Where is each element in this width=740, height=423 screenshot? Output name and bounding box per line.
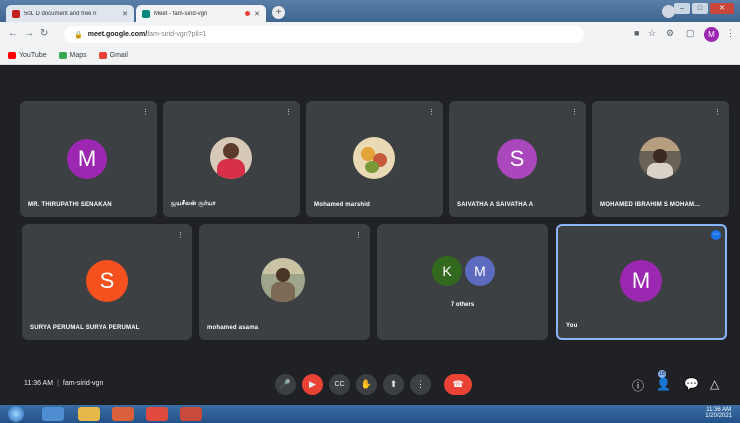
mic-muted-icon: ⋮ xyxy=(285,109,292,116)
avatar xyxy=(639,137,681,179)
new-tab-button[interactable]: + xyxy=(272,6,285,19)
extension-icon[interactable]: ⚙ xyxy=(666,28,674,39)
more-options-button[interactable]: ⋮ xyxy=(410,374,431,395)
tab-documents[interactable]: 50L D document and free n ✕ xyxy=(6,5,134,22)
participant-tile-others[interactable]: K M 7 others xyxy=(377,224,548,340)
people-count-badge: 18 xyxy=(658,370,666,378)
participant-name: MOHAMED IBRAHIM S MOHAM... xyxy=(600,202,700,208)
meeting-details: 11:36 AM | fam-sirid-vgn xyxy=(24,380,104,387)
app-icon[interactable] xyxy=(180,407,202,421)
meeting-code: fam-sirid-vgn xyxy=(62,380,104,387)
avatar: S xyxy=(497,139,537,179)
captions-button[interactable]: CC xyxy=(329,374,350,395)
tab-title: Meet - fam-sirid-vgn xyxy=(154,10,208,17)
participant-name: ஜயசீலன் சூர்யா xyxy=(171,201,216,207)
browser-toolbar: ← → ↻ 🔒 meet.google.com/fam-sirid-vgn?pl… xyxy=(0,22,740,47)
participant-tile[interactable]: ⋮ S SURYA PERUMAL SURYA PERUMAL xyxy=(22,224,192,340)
menu-icon[interactable]: ⋮ xyxy=(726,28,735,39)
participant-tile[interactable]: ⋮ MOHAMED IBRAHIM S MOHAM... xyxy=(592,101,729,217)
avatar: M xyxy=(620,260,662,302)
participant-name: Mohamed marshid xyxy=(314,202,371,208)
present-button[interactable]: ⬆ xyxy=(383,374,404,395)
mic-muted-icon: ⋮ xyxy=(177,232,184,239)
chrome-icon[interactable] xyxy=(146,407,168,421)
mic-muted-icon: ⋮ xyxy=(714,109,721,116)
folder-icon[interactable] xyxy=(78,407,100,421)
participant-name: SAIVATHA A SAIVATHA A xyxy=(457,202,534,208)
mic-button[interactable]: 🎤 xyxy=(275,374,296,395)
back-icon[interactable]: ← xyxy=(8,28,18,39)
minimize-button[interactable]: – xyxy=(674,3,690,14)
participant-tile[interactable]: ⋮ S SAIVATHA A SAIVATHA A xyxy=(449,101,586,217)
camera-indicator-icon[interactable]: ■ xyxy=(634,28,639,38)
participant-tile[interactable]: ⋮ Mohamed marshid xyxy=(306,101,443,217)
raise-hand-button[interactable]: ✋ xyxy=(356,374,377,395)
mic-muted-icon: ⋮ xyxy=(571,109,578,116)
avatar xyxy=(353,137,395,179)
tab-meet[interactable]: Meet - fam-sirid-vgn ✕ xyxy=(136,5,266,22)
avatar[interactable]: M xyxy=(704,27,719,42)
chat-icon[interactable]: 💬 xyxy=(684,377,699,391)
participant-name: mohamed asama xyxy=(207,325,259,331)
people-icon[interactable]: 👤 xyxy=(656,377,671,391)
activities-icon[interactable]: △ xyxy=(710,377,719,391)
tab-title: 50L D document and free n xyxy=(24,10,97,17)
tab-favicon xyxy=(142,9,150,18)
avatar xyxy=(210,137,252,179)
others-count: 7 others xyxy=(450,302,475,308)
avatar xyxy=(261,258,305,302)
tab-search-icon[interactable]: ▢ xyxy=(686,28,695,39)
avatar: K xyxy=(432,256,462,286)
forward-icon[interactable]: → xyxy=(24,28,34,39)
mic-muted-icon: ⋮ xyxy=(428,109,435,116)
participant-tile[interactable]: ⋮ mohamed asama xyxy=(199,224,370,340)
mic-muted-icon: ⋮ xyxy=(142,109,149,116)
gmail-icon xyxy=(98,52,107,59)
youtube-icon xyxy=(8,52,16,59)
browser-titlebar: 50L D document and free n ✕ Meet - fam-s… xyxy=(0,0,740,22)
os-taskbar: 11:36 AM 1/20/2021 xyxy=(0,405,740,423)
maximize-button[interactable]: □ xyxy=(692,3,708,14)
participant-tile[interactable]: ⋮ M MR. THIRUPATHI SENAKAN xyxy=(20,101,157,217)
reload-icon[interactable]: ↻ xyxy=(40,28,48,39)
speaking-indicator-icon: ⋯ xyxy=(711,230,721,240)
bookmarks-bar: YouTube Maps Gmail xyxy=(0,47,740,65)
meeting-time: 11:36 AM xyxy=(24,380,54,387)
info-icon[interactable]: ⓘ xyxy=(632,377,644,394)
ie-icon[interactable] xyxy=(42,407,64,421)
avatar: M xyxy=(465,256,495,286)
close-window-button[interactable]: ✕ xyxy=(710,3,734,14)
participant-name: MR. THIRUPATHI SENAKAN xyxy=(28,202,112,208)
tab-favicon xyxy=(12,9,20,18)
lock-icon: 🔒 xyxy=(74,31,83,39)
close-icon[interactable]: ✕ xyxy=(254,10,260,18)
system-clock[interactable]: 11:36 AM 1/20/2021 xyxy=(705,407,732,419)
bookmark-gmail[interactable]: Gmail xyxy=(98,52,128,59)
media-player-icon[interactable] xyxy=(112,407,134,421)
participant-tile-self[interactable]: ⋯ M You xyxy=(556,224,727,340)
address-bar[interactable]: 🔒 meet.google.com/fam-sirid-vgn?pli=1 xyxy=(64,26,584,43)
maps-icon xyxy=(58,52,67,59)
window-controls: – □ ✕ xyxy=(674,3,734,14)
meet-stage: ⋮ M MR. THIRUPATHI SENAKAN ⋮ ஜயசீலன் சூர… xyxy=(0,66,740,405)
start-button[interactable] xyxy=(8,406,24,422)
leave-call-button[interactable]: ☎ xyxy=(444,374,472,395)
avatar: S xyxy=(86,260,128,302)
bookmark-youtube[interactable]: YouTube xyxy=(8,52,47,59)
avatar: M xyxy=(67,139,107,179)
participant-tile[interactable]: ⋮ ஜயசீலன் சூர்யா xyxy=(163,101,300,217)
meet-controls-bar: 11:36 AM | fam-sirid-vgn 🎤 ▶ CC ✋ ⬆ ⋮ ☎ ⓘ … xyxy=(0,366,740,405)
participant-name: You xyxy=(566,323,578,329)
bookmark-star-icon[interactable]: ☆ xyxy=(648,28,656,39)
camera-button[interactable]: ▶ xyxy=(302,374,323,395)
url-text: meet.google.com/fam-sirid-vgn?pli=1 xyxy=(87,31,207,38)
close-icon[interactable]: ✕ xyxy=(122,10,128,18)
bookmark-maps[interactable]: Maps xyxy=(58,52,87,59)
participant-name: SURYA PERUMAL SURYA PERUMAL xyxy=(30,325,140,331)
recording-dot-icon xyxy=(245,11,251,16)
mic-muted-icon: ⋮ xyxy=(355,232,362,239)
